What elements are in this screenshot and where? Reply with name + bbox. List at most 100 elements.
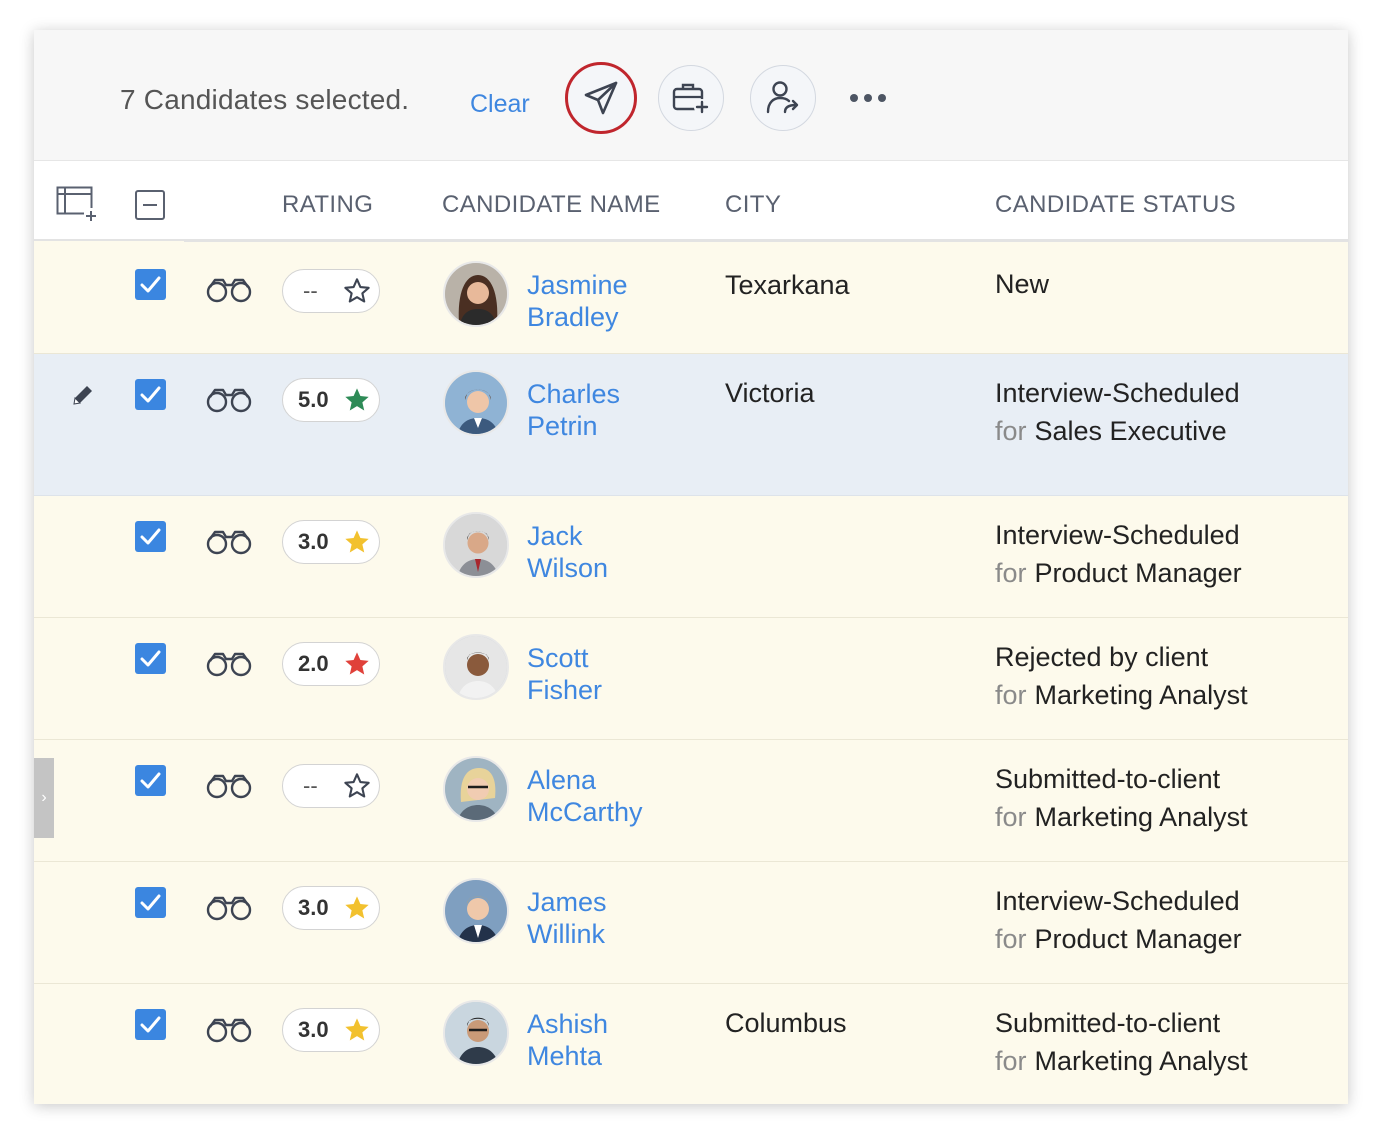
table-row[interactable]: -- Alena McCarthy Submitted-to-client for… [34, 740, 1348, 862]
column-settings-icon[interactable] [56, 186, 100, 224]
rating-pill[interactable]: 5.0 [282, 378, 380, 422]
status-value: Rejected by client [995, 642, 1209, 672]
candidate-name-link[interactable]: Jasmine Bradley [527, 269, 628, 333]
row-checkbox[interactable] [135, 269, 166, 300]
star-yellow-icon [345, 1018, 369, 1041]
rating-value: 3.0 [298, 1017, 329, 1042]
status-value: Interview-Scheduled [995, 886, 1240, 916]
selected-count-text: 7 Candidates selected. [120, 84, 409, 116]
rating-value: 3.0 [298, 895, 329, 920]
header-candidate-status[interactable]: CANDIDATE STATUS [995, 191, 1236, 219]
binoculars-icon[interactable] [206, 773, 252, 799]
candidate-status: Interview-Scheduled for Product Manager [995, 516, 1242, 592]
status-value: New [995, 269, 1050, 299]
rating-pill[interactable]: -- [282, 269, 380, 313]
rating-value: 2.0 [298, 651, 329, 676]
row-checkbox[interactable] [135, 887, 166, 918]
header-city[interactable]: CITY [725, 191, 781, 219]
city-value: Victoria [725, 378, 815, 408]
job-title: Product Manager [1034, 924, 1242, 954]
rating-pill[interactable]: 2.0 [282, 642, 380, 686]
binoculars-icon[interactable] [206, 387, 252, 413]
binoculars-icon[interactable] [206, 895, 252, 921]
more-actions-button[interactable] [850, 88, 894, 108]
rating-pill[interactable]: -- [282, 764, 380, 808]
rating-pill[interactable]: 3.0 [282, 886, 380, 930]
row-checkbox[interactable] [135, 1009, 166, 1040]
candidate-status: New [995, 265, 1049, 303]
send-button[interactable] [565, 62, 637, 134]
star-outline-icon [344, 278, 370, 303]
rating-value: 3.0 [298, 529, 329, 554]
candidate-list: -- Jasmine Bradley Texarkana New 5.0 Cha… [34, 243, 1348, 1104]
for-label: for [995, 924, 1027, 954]
pencil-icon[interactable] [70, 382, 96, 408]
table-row[interactable]: 5.0 Charles Petrin Victoria Interview-Sch… [34, 354, 1348, 496]
select-all-checkbox[interactable] [135, 190, 165, 220]
table-row[interactable]: 3.0 James Willink Interview-Scheduled for… [34, 862, 1348, 984]
assign-owner-button[interactable] [750, 65, 816, 131]
star-yellow-icon [345, 530, 369, 553]
checkmark-icon [140, 894, 161, 911]
checkmark-icon [140, 528, 161, 545]
candidate-name-link[interactable]: Jack Wilson [527, 520, 608, 584]
avatar [443, 634, 509, 700]
for-label: for [995, 558, 1027, 588]
avatar [443, 1000, 509, 1066]
table-row[interactable]: 3.0 Ashish Mehta Columbus Submitted-to-cl… [34, 984, 1348, 1104]
avatar [443, 512, 509, 578]
add-to-job-button[interactable] [658, 65, 724, 131]
candidate-name-link[interactable]: Alena McCarthy [527, 764, 643, 828]
candidate-name-link[interactable]: James Willink [527, 886, 607, 950]
binoculars-icon[interactable] [206, 277, 252, 303]
row-checkbox[interactable] [135, 379, 166, 410]
table-row[interactable]: -- Jasmine Bradley Texarkana New [34, 243, 1348, 354]
candidate-name-link[interactable]: Scott Fisher [527, 642, 602, 706]
checkmark-icon [140, 386, 161, 403]
table-row[interactable]: 2.0 Scott Fisher Rejected by client for Ma… [34, 618, 1348, 740]
candidate-name-link[interactable]: Ashish Mehta [527, 1008, 608, 1072]
binoculars-icon[interactable] [206, 529, 252, 555]
status-value: Interview-Scheduled [995, 378, 1240, 408]
job-title: Product Manager [1034, 558, 1242, 588]
binoculars-icon[interactable] [206, 1017, 252, 1043]
candidates-panel: 7 Candidates selected. Clear RATING CAND… [34, 30, 1348, 1104]
checkmark-icon [140, 650, 161, 667]
candidate-status: Submitted-to-client for Marketing Analyst [995, 760, 1248, 836]
status-value: Interview-Scheduled [995, 520, 1240, 550]
candidate-status: Interview-Scheduled for Product Manager [995, 882, 1242, 958]
binoculars-icon[interactable] [206, 651, 252, 677]
more-icon [850, 94, 858, 102]
for-label: for [995, 1046, 1027, 1076]
star-red-icon [345, 652, 369, 675]
row-checkbox[interactable] [135, 643, 166, 674]
city-value: Columbus [725, 1008, 847, 1038]
star-green-icon [345, 388, 369, 411]
header-candidate-name[interactable]: CANDIDATE NAME [442, 191, 661, 219]
row-checkbox[interactable] [135, 521, 166, 552]
header-rating[interactable]: RATING [282, 191, 373, 219]
job-title: Marketing Analyst [1034, 680, 1248, 710]
rating-value: -- [303, 278, 318, 303]
person-forward-icon [766, 81, 799, 114]
rating-value: -- [303, 773, 318, 798]
side-panel-toggle[interactable]: › [34, 758, 54, 838]
avatar [443, 756, 509, 822]
selected-label: Candidates selected. [143, 84, 410, 115]
checkmark-icon [140, 1016, 161, 1033]
for-label: for [995, 416, 1027, 446]
clear-selection-link[interactable]: Clear [470, 90, 530, 119]
rating-pill[interactable]: 3.0 [282, 1008, 380, 1052]
city-value: Texarkana [725, 270, 850, 300]
table-row[interactable]: 3.0 Jack Wilson Interview-Scheduled for Pr… [34, 496, 1348, 618]
chevron-right-icon: › [41, 789, 47, 806]
candidate-name-link[interactable]: Charles Petrin [527, 378, 620, 442]
rating-value: 5.0 [298, 387, 329, 412]
star-yellow-icon [345, 896, 369, 919]
table-header: RATING CANDIDATE NAME CITY CANDIDATE STA… [34, 161, 1348, 242]
row-checkbox[interactable] [135, 765, 166, 796]
checkmark-icon [140, 276, 161, 293]
star-outline-icon [344, 773, 370, 798]
candidate-status: Submitted-to-client for Marketing Analyst [995, 1004, 1248, 1080]
rating-pill[interactable]: 3.0 [282, 520, 380, 564]
